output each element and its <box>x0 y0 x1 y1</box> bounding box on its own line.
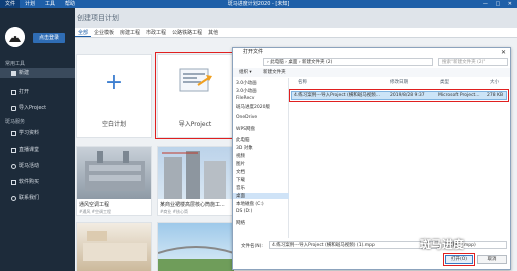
column-name[interactable]: 名称 <box>298 79 307 85</box>
tab-other[interactable]: 其他 <box>205 28 221 37</box>
sidebar-item-label: 联系我们 <box>19 195 40 201</box>
template-tags: #商业 #核心筒 <box>160 209 188 214</box>
sidebar-item-activity[interactable]: 斑马活动 <box>0 161 75 171</box>
dialog-toolbar: 组织 ▾ 新建文件夹 <box>233 68 510 77</box>
activity-icon <box>11 163 16 169</box>
tab-enterprise[interactable]: 企业模板 <box>91 28 117 37</box>
organize-button[interactable]: 组织 ▾ <box>239 70 252 75</box>
app-title: 斑马进度计划2020 - [未知] <box>227 1 290 7</box>
blank-plan-label: 空白计划 <box>101 121 126 128</box>
template-tags: #通风 #空调工程 <box>79 209 111 214</box>
nav-item[interactable]: 此电脑 <box>236 137 250 143</box>
template-card[interactable] <box>76 222 152 271</box>
tab-municipal[interactable]: 市政工程 <box>143 28 169 37</box>
column-type[interactable]: 类型 <box>440 79 449 85</box>
section-common-tools: 常用工具 <box>5 61 26 67</box>
template-thumbnail <box>157 223 235 271</box>
sidebar-item-label: 学习资料 <box>19 130 40 136</box>
section-services: 斑马服务 <box>5 119 26 125</box>
nav-item[interactable]: 本地磁盘 (C:) <box>236 201 264 207</box>
close-icon[interactable]: ✕ <box>501 48 506 57</box>
filename-input[interactable]: 4.练习案例---导入Project (横和斑马视频) (1).mpp <box>269 241 439 249</box>
sidebar-item-purchase[interactable]: 软件购买 <box>0 177 75 187</box>
template-thumbnail <box>77 223 151 271</box>
sidebar-item-label: 软件购买 <box>19 179 40 185</box>
nav-item[interactable]: 3.0小动画 <box>236 80 257 86</box>
sidebar-item-import-project[interactable]: 导入Project <box>0 103 75 113</box>
nav-item[interactable]: OneDrive <box>236 115 257 120</box>
nav-item[interactable]: 3D 对象 <box>236 145 253 151</box>
nav-item-selected[interactable]: 桌面 <box>233 193 289 199</box>
highlight-box-open <box>443 253 475 266</box>
template-card[interactable] <box>157 222 235 271</box>
video-icon <box>11 147 16 153</box>
cancel-button[interactable]: 取消 <box>477 255 507 264</box>
import-icon <box>11 105 16 111</box>
search-input[interactable]: 搜索"新建文件夹 (2)" <box>438 58 508 66</box>
sidebar-item-label: 新建 <box>19 70 30 76</box>
template-thumbnail <box>77 147 151 199</box>
nav-item[interactable]: FileRecv <box>236 96 254 101</box>
template-tabs: 全部 企业模板 房建工程 市政工程 公路铁路工程 其他 <box>75 28 517 38</box>
nav-item[interactable]: 视频 <box>236 153 245 159</box>
nav-item[interactable]: DS (D:) <box>236 209 252 214</box>
plus-icon: + <box>104 70 124 95</box>
template-name: 某商业裙楼高层核心筒施工... <box>160 202 225 208</box>
new-icon <box>11 70 16 76</box>
sidebar-item-live[interactable]: 直播课堂 <box>0 145 75 155</box>
column-date[interactable]: 修改日期 <box>390 79 408 85</box>
tab-all[interactable]: 全部 <box>75 28 92 37</box>
template-name: 通风空调工程 <box>79 202 110 208</box>
filename-label: 文件名(N): <box>241 244 263 249</box>
sidebar-item-learning[interactable]: 学习资料 <box>0 128 75 138</box>
nav-item[interactable]: 3.0小动画 <box>236 88 257 94</box>
nav-item[interactable]: 下载 <box>236 177 245 183</box>
highlight-box-import <box>155 52 236 139</box>
column-size[interactable]: 大小 <box>490 79 499 85</box>
sidebar-item-label: 打开 <box>19 89 30 95</box>
nav-item[interactable]: 音乐 <box>236 185 245 191</box>
page-title: 创建项目计划 <box>75 8 517 28</box>
column-headers: 名称 修改日期 类型 大小 <box>290 79 510 87</box>
blank-plan-card[interactable]: + 空白计划 <box>76 54 152 138</box>
dialog-title: 打开文件 <box>243 49 264 55</box>
sidebar-item-label: 斑马活动 <box>19 163 40 169</box>
tab-building[interactable]: 房建工程 <box>117 28 143 37</box>
cart-icon <box>11 179 16 185</box>
contact-icon <box>11 195 16 201</box>
highlight-box-file <box>289 89 509 102</box>
navigation-pane: 3.0小动画 3.0小动画 FileRecv 斑马进度2020版 OneDriv… <box>233 78 289 238</box>
open-file-dialog: 打开文件 ✕ › 此电脑 › 桌面 › 新建文件夹 (2) 搜索"新建文件夹 (… <box>232 47 511 270</box>
nav-item[interactable]: 网络 <box>236 220 245 226</box>
avatar[interactable] <box>5 27 25 47</box>
sidebar: 点击登录 常用工具 新建 打开 导入Project 斑马服务 学习资料 直播课堂… <box>0 8 75 271</box>
watermark: 斑马进度 <box>420 238 464 251</box>
folder-icon <box>11 89 16 95</box>
tab-road-rail[interactable]: 公路铁路工程 <box>169 28 205 37</box>
template-card[interactable]: 某商业裙楼高层核心筒施工... #商业 #核心筒 <box>157 146 233 216</box>
book-icon <box>11 130 16 136</box>
sidebar-item-open[interactable]: 打开 <box>0 87 75 97</box>
nav-item[interactable]: 斑马进度2020版 <box>236 104 270 110</box>
template-card[interactable]: 通风空调工程 #通风 #空调工程 <box>76 146 152 216</box>
address-bar[interactable]: › 此电脑 › 桌面 › 新建文件夹 (2) <box>263 58 433 66</box>
nav-item[interactable]: 文档 <box>236 169 245 175</box>
new-folder-button[interactable]: 新建文件夹 <box>263 70 286 75</box>
sidebar-item-contact[interactable]: 联系我们 <box>0 193 75 203</box>
template-thumbnail <box>158 147 232 199</box>
sidebar-item-label: 导入Project <box>19 105 47 111</box>
nav-item[interactable]: 图片 <box>236 161 245 167</box>
sidebar-item-label: 直播课堂 <box>19 147 40 153</box>
sidebar-item-new[interactable]: 新建 <box>0 68 75 78</box>
nav-item[interactable]: WPS网盘 <box>236 126 255 132</box>
title-bar: 文件 计划 工具 帮助 斑马进度计划2020 - [未知] — □ ✕ <box>0 0 517 8</box>
login-button[interactable]: 点击登录 <box>33 33 65 43</box>
window-controls[interactable]: — □ ✕ <box>483 0 515 8</box>
